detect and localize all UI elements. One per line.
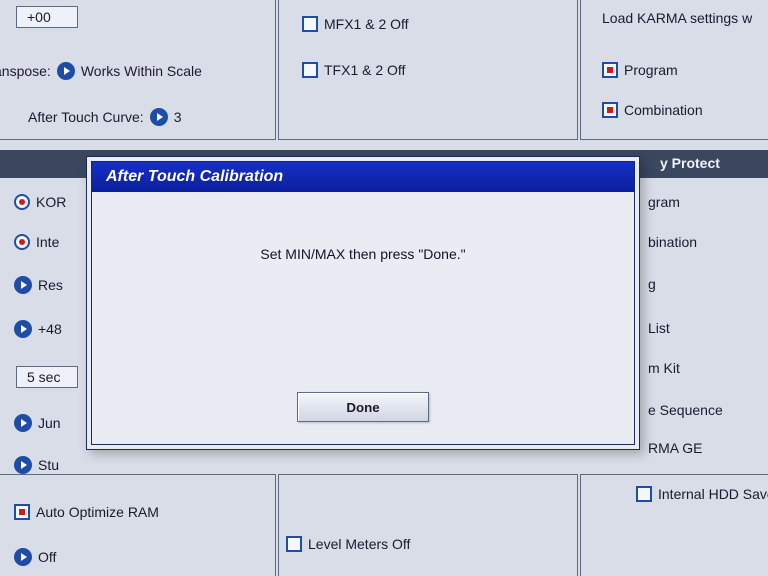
param-label-stu: Stu: [38, 457, 59, 473]
radio-label-1: Inte: [36, 234, 59, 250]
after-touch-curve-label: After Touch Curve:: [28, 109, 144, 125]
auto-optimize-ram-checkbox[interactable]: [14, 504, 30, 520]
chevron-right-icon[interactable]: [14, 320, 32, 338]
mfx-off-label: MFX1 & 2 Off: [324, 16, 409, 32]
internal-hdd-save-label: Internal HDD Save: [658, 486, 768, 502]
protect-label: y Protect: [660, 155, 720, 171]
combination-checkbox[interactable]: [602, 102, 618, 118]
param-label-res: Res: [38, 277, 63, 293]
level-meters-off-label: Level Meters Off: [308, 536, 410, 552]
option-label-r3: List: [648, 320, 670, 336]
transpose-label: anspose:: [0, 63, 51, 79]
auto-optimize-ram-label: Auto Optimize RAM: [36, 504, 159, 520]
param-label-off: Off: [38, 549, 56, 565]
option-label-r4: m Kit: [648, 360, 680, 376]
param-label-48: +48: [38, 321, 62, 337]
chevron-right-icon[interactable]: [14, 456, 32, 474]
chevron-right-icon[interactable]: [150, 108, 168, 126]
level-meters-off-checkbox[interactable]: [286, 536, 302, 552]
radio-option-0[interactable]: [14, 194, 30, 210]
dialog-message: Set MIN/MAX then press "Done.": [92, 246, 634, 262]
program-checkbox[interactable]: [602, 62, 618, 78]
internal-hdd-save-checkbox[interactable]: [636, 486, 652, 502]
chevron-right-icon[interactable]: [57, 62, 75, 80]
chevron-right-icon[interactable]: [14, 276, 32, 294]
radio-label-0: KOR: [36, 194, 66, 210]
mfx-off-checkbox[interactable]: [302, 16, 318, 32]
done-button[interactable]: Done: [297, 392, 429, 422]
delay-value[interactable]: 5 sec: [16, 366, 78, 388]
chevron-right-icon[interactable]: [14, 414, 32, 432]
option-label-r2: g: [648, 276, 656, 292]
program-label: Program: [624, 62, 678, 78]
karma-settings-label: Load KARMA settings w: [602, 10, 752, 26]
option-label-r6: RMA GE: [648, 440, 702, 456]
option-label-r1: bination: [648, 234, 697, 250]
tfx-off-checkbox[interactable]: [302, 62, 318, 78]
dialog-inner: After Touch Calibration Set MIN/MAX then…: [91, 161, 635, 445]
combination-label: Combination: [624, 102, 703, 118]
transpose-value[interactable]: +00: [16, 6, 78, 28]
chevron-right-icon[interactable]: [14, 548, 32, 566]
panel-bottom-mid: [278, 474, 578, 576]
option-label-r0: gram: [648, 194, 680, 210]
radio-option-1[interactable]: [14, 234, 30, 250]
transpose-mode-value[interactable]: Works Within Scale: [81, 63, 202, 79]
tfx-off-label: TFX1 & 2 Off: [324, 62, 405, 78]
option-label-r5: e Sequence: [648, 402, 723, 418]
param-label-jun: Jun: [38, 415, 61, 431]
after-touch-calibration-dialog: After Touch Calibration Set MIN/MAX then…: [86, 156, 640, 450]
after-touch-curve-value[interactable]: 3: [174, 109, 182, 125]
dialog-title: After Touch Calibration: [92, 162, 634, 192]
